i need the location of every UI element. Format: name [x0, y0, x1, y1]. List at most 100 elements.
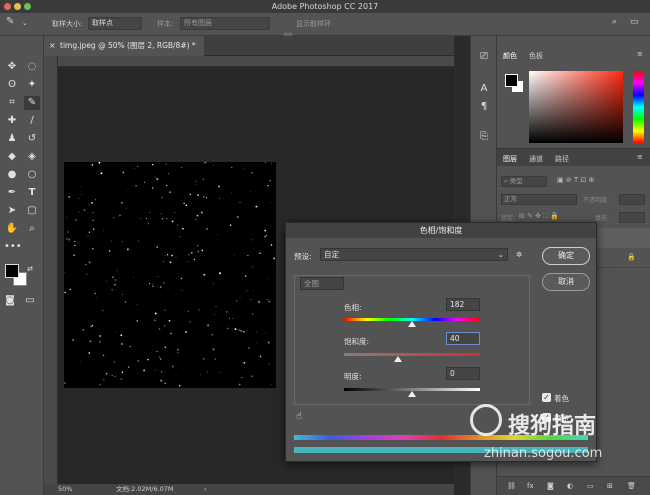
- foreground-color-swatch[interactable]: [5, 264, 19, 278]
- targeted-adjustment-hand-icon[interactable]: ☝: [296, 411, 302, 422]
- saturation-input[interactable]: 40: [446, 332, 480, 345]
- sample-size-select[interactable]: 取样点: [88, 17, 142, 30]
- panel-foreground-swatch[interactable]: [505, 74, 518, 87]
- hand-tool-icon[interactable]: ✋: [4, 222, 20, 236]
- lightness-input[interactable]: 0: [446, 367, 480, 380]
- paragraph-panel-icon[interactable]: ¶: [476, 100, 492, 114]
- document-tab-bar: × timg.jpeg @ 50% (图层 2, RGB/8#) *: [44, 36, 454, 56]
- opacity-field[interactable]: [619, 194, 645, 205]
- panel-menu-icon[interactable]: ≡: [637, 50, 643, 58]
- colorize-label: 着色: [554, 394, 569, 403]
- layer-filter-icons[interactable]: ▣ ⊘ T ⊡ ⊕: [557, 176, 594, 184]
- history-brush-tool-icon[interactable]: ↺: [24, 132, 40, 146]
- minimize-window-button[interactable]: [14, 3, 21, 10]
- color-picker-field[interactable]: [529, 71, 623, 143]
- crop-tool-icon[interactable]: ⌗: [4, 96, 20, 110]
- shape-tool-icon[interactable]: ▢: [24, 204, 40, 218]
- workspace-icon[interactable]: ▭: [630, 17, 639, 27]
- layers-panel-tabs: 图层 通道 路径 ≡: [497, 148, 650, 166]
- layer-kind-label: 类型: [509, 177, 523, 185]
- document-tab[interactable]: × timg.jpeg @ 50% (图层 2, RGB/8#) *: [44, 36, 204, 56]
- magic-wand-tool-icon[interactable]: ✦: [24, 78, 40, 92]
- clone-stamp-tool-icon[interactable]: ♟: [4, 132, 20, 146]
- tab-layers[interactable]: 图层: [503, 154, 517, 164]
- preset-select[interactable]: 自定 ⌄: [320, 248, 508, 261]
- link-layers-icon[interactable]: ⛓: [507, 482, 516, 490]
- chevron-down-icon: ⌄: [497, 250, 504, 259]
- path-selection-tool-icon[interactable]: ➤: [4, 204, 20, 218]
- dodge-tool-icon[interactable]: ○: [24, 168, 40, 182]
- saturation-slider-thumb[interactable]: [394, 356, 403, 362]
- layer-kind-filter[interactable]: ⌕ 类型: [501, 176, 547, 187]
- move-tool-icon[interactable]: ✥: [4, 60, 20, 74]
- close-window-button[interactable]: [4, 3, 11, 10]
- tab-swatches[interactable]: 色板: [529, 51, 543, 61]
- hue-slider-thumb[interactable]: [408, 321, 416, 327]
- status-menu-chevron-icon[interactable]: ›: [204, 484, 207, 495]
- lightness-slider-thumb[interactable]: [408, 391, 416, 397]
- preset-options-gear-icon[interactable]: ✲: [516, 250, 522, 259]
- zoom-level[interactable]: 50%: [58, 484, 72, 495]
- sample-label: 样本:: [157, 20, 174, 28]
- saturation-slider[interactable]: [344, 353, 480, 356]
- tab-paths[interactable]: 路径: [555, 154, 569, 164]
- close-tab-icon[interactable]: ×: [49, 36, 56, 56]
- options-bar: ✎ ⌄ 取样大小: 取样点 样本: 所有图层 显示取样环 ⌕ ▭: [0, 13, 650, 41]
- blend-mode-select[interactable]: 正常: [501, 194, 577, 205]
- adjustment-layer-icon[interactable]: ◐: [567, 482, 573, 490]
- new-layer-icon[interactable]: ⊞: [607, 482, 613, 490]
- blur-tool-icon[interactable]: ●: [4, 168, 20, 182]
- ok-button[interactable]: 确定: [542, 247, 590, 265]
- opacity-label: 不透明度:: [583, 197, 610, 204]
- sogou-logo-icon: [470, 404, 502, 436]
- type-tool-icon[interactable]: T: [24, 186, 40, 200]
- paint-bucket-tool-icon[interactable]: ◈: [24, 150, 40, 164]
- saturation-label: 饱和度:: [344, 337, 370, 346]
- eyedropper-tool-icon[interactable]: ✎: [24, 96, 40, 110]
- more-tools-icon[interactable]: •••: [4, 240, 22, 254]
- hue-input[interactable]: 182: [446, 298, 480, 311]
- show-ring-label: 显示取样环: [296, 20, 331, 28]
- new-group-icon[interactable]: ▭: [587, 482, 594, 490]
- starfield-image[interactable]: [63, 161, 276, 389]
- lock-icons[interactable]: ⊞ ✎ ✥ ⛶ 🔒: [519, 212, 559, 221]
- lock-label: 锁定:: [501, 215, 516, 222]
- swap-colors-icon[interactable]: ⇄: [22, 262, 38, 276]
- document-tab-title: timg.jpeg @ 50% (图层 2, RGB/8#) *: [60, 41, 196, 50]
- add-mask-icon[interactable]: ◙: [547, 482, 554, 490]
- delete-layer-icon[interactable]: 🗑: [627, 482, 636, 490]
- stars-texture: [63, 161, 276, 389]
- tool-preset-chevron-icon[interactable]: ⌄: [22, 19, 28, 27]
- healing-brush-tool-icon[interactable]: ✚: [4, 114, 20, 128]
- window-title: Adobe Photoshop CC 2017: [271, 2, 379, 11]
- hue-label: 色相:: [344, 303, 362, 312]
- adjustment-group: [294, 275, 530, 405]
- screen-mode-icon[interactable]: ▭: [22, 294, 38, 308]
- document-size: 文档:2.02M/6.07M: [116, 485, 174, 493]
- color-hue-slider[interactable]: [633, 71, 644, 143]
- eraser-tool-icon[interactable]: ◆: [4, 150, 20, 164]
- adjustments-panel-icon[interactable]: ⎘: [476, 130, 492, 144]
- layer-style-icon[interactable]: fx: [527, 482, 534, 490]
- history-panel-icon[interactable]: ⎚: [476, 50, 492, 64]
- marquee-tool-icon[interactable]: ◌: [24, 60, 40, 74]
- tab-color[interactable]: 颜色: [503, 51, 517, 61]
- cancel-button[interactable]: 取消: [542, 273, 590, 291]
- pen-tool-icon[interactable]: ✒: [4, 186, 20, 200]
- preset-value: 自定: [324, 250, 339, 259]
- fill-field[interactable]: [619, 212, 645, 223]
- layers-menu-icon[interactable]: ≡: [637, 153, 643, 161]
- brush-tool-icon[interactable]: ∕: [24, 114, 40, 128]
- colorize-checkbox[interactable]: ✓: [542, 393, 551, 402]
- zoom-window-button[interactable]: [24, 3, 31, 10]
- tab-channels[interactable]: 通道: [529, 154, 543, 164]
- lightness-label: 明度:: [344, 372, 362, 381]
- eyedropper-icon[interactable]: ✎: [6, 16, 14, 27]
- character-panel-icon[interactable]: A: [476, 82, 492, 96]
- zoom-tool-icon[interactable]: ⌕: [24, 222, 40, 236]
- quick-mask-icon[interactable]: ◙: [2, 294, 18, 308]
- lasso-tool-icon[interactable]: ʘ: [4, 78, 20, 92]
- channel-select[interactable]: 全图: [300, 277, 344, 290]
- sample-select[interactable]: 所有图层: [180, 17, 270, 30]
- search-icon[interactable]: ⌕: [612, 17, 617, 27]
